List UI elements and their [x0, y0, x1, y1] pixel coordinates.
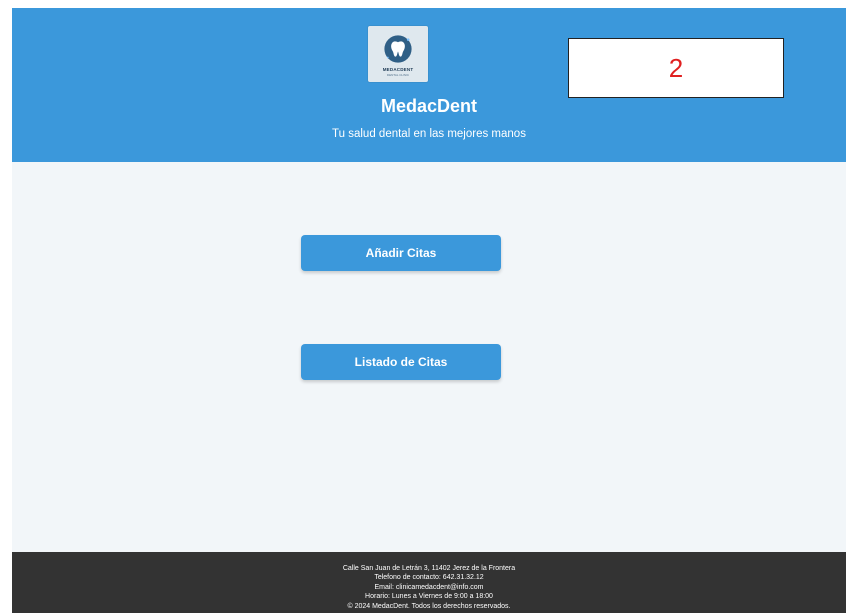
site-header: MEDACDENT DENTAL CLINIC MedacDent Tu sal…	[12, 8, 846, 162]
footer-copyright: © 2024 MedacDent. Todos los derechos res…	[347, 602, 511, 610]
counter-box: 2	[568, 38, 784, 98]
site-footer: Calle San Juan de Letrán 3, 11402 Jerez …	[12, 552, 846, 613]
logo-wordmark: MEDACDENT	[382, 66, 414, 72]
site-title: MedacDent	[380, 96, 478, 116]
tooth-icon	[384, 34, 412, 63]
footer-address: Calle San Juan de Letrán 3, 11402 Jerez …	[342, 565, 516, 572]
footer-hours: Horario: Lunes a Viernes de 9:00 a 18:00	[365, 593, 493, 601]
app-frame: MEDACDENT DENTAL CLINIC MedacDent Tu sal…	[12, 8, 846, 613]
appointment-list-button[interactable]: Listado de Citas	[301, 344, 501, 380]
clinic-logo[interactable]: MEDACDENT DENTAL CLINIC	[368, 26, 428, 82]
logo-subtext: DENTAL CLINIC	[386, 72, 410, 77]
footer-email: Email: clinicamedacdent@info.com	[374, 583, 484, 591]
add-appointment-button[interactable]: Añadir Citas	[301, 235, 501, 271]
site-tagline: Tu salud dental en las mejores manos	[332, 128, 526, 140]
footer-phone: Telefono de contacto: 642.31.32.12	[374, 574, 484, 582]
